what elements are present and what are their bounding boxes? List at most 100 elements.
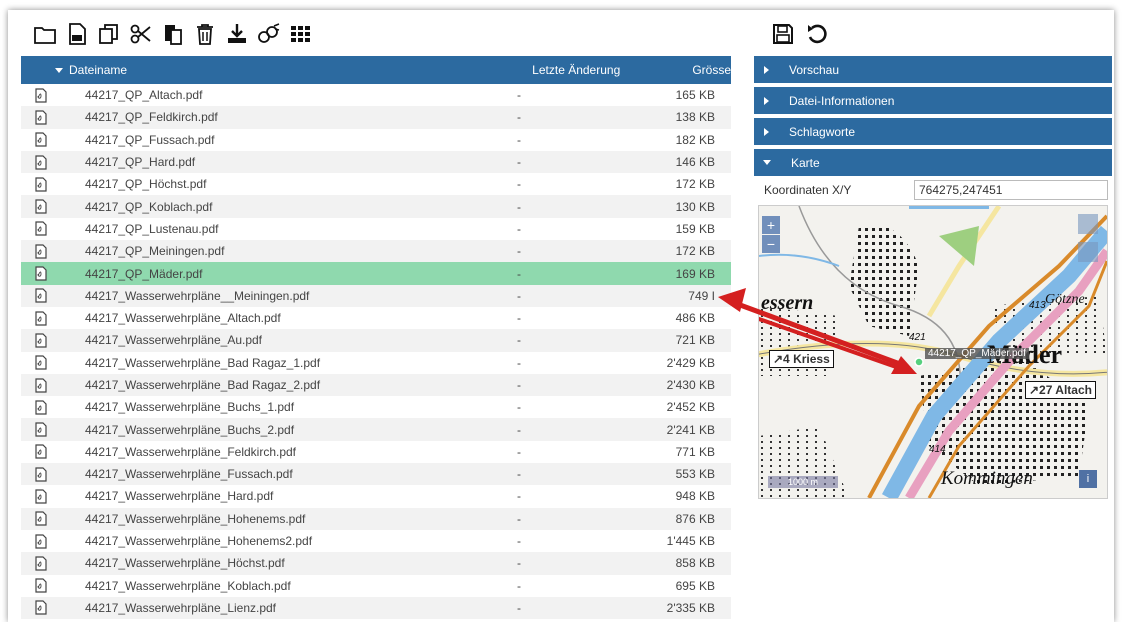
map-elevation: 413 bbox=[1029, 300, 1046, 311]
file-row[interactable]: 44217_Wasserwehrpläne_Buchs_1.pdf - 2'452 … bbox=[21, 396, 731, 419]
file-row[interactable]: 44217_Wasserwehrpläne_Feldkirch.pdf - 771 … bbox=[21, 440, 731, 464]
file-date: - bbox=[517, 288, 521, 303]
save-icon[interactable] bbox=[770, 21, 796, 47]
file-name: 44217_Wasserwehrpläne_Hohenems2.pdf bbox=[85, 534, 313, 549]
file-name: 44217_Wasserwehrpläne_Höchst.pdf bbox=[85, 556, 285, 571]
expand-icon bbox=[764, 96, 769, 105]
panel-map[interactable]: Karte bbox=[754, 149, 1112, 176]
map-view[interactable]: essern Götzne Mäder Kommingen ↗4 Kriess … bbox=[758, 205, 1108, 499]
file-row[interactable]: 44217_QP_Lustenau.pdf - 159 KB bbox=[21, 217, 731, 241]
pdf-file-icon bbox=[21, 533, 57, 549]
panel-tags[interactable]: Schlagworte bbox=[754, 118, 1112, 145]
basemap-icon[interactable] bbox=[1078, 242, 1098, 262]
file-date: - bbox=[517, 199, 521, 214]
delete-icon[interactable] bbox=[192, 21, 218, 47]
file-row[interactable]: 44217_Wasserwehrpläne_Buchs_2.pdf - 2'241 … bbox=[21, 418, 731, 441]
file-row[interactable]: 44217_Wasserwehrpläne_Lienz.pdf - 2'335 KB bbox=[21, 596, 731, 620]
file-rows: 44217_QP_Altach.pdf - 165 KB 44217_QP_Feldk… bbox=[21, 84, 731, 620]
zoom-out-button[interactable]: − bbox=[762, 235, 780, 253]
file-date: - bbox=[517, 511, 521, 526]
cut-icon[interactable] bbox=[128, 21, 154, 47]
column-header-name[interactable]: Dateiname bbox=[21, 63, 532, 77]
file-row[interactable]: 44217_Wasserwehrpläne_Au.pdf - 721 KB bbox=[21, 329, 731, 352]
file-size: 130 KB bbox=[675, 199, 715, 214]
map-marker-label[interactable]: 44217_QP_Mäder.pdf bbox=[925, 348, 1029, 359]
file-row[interactable]: 44217_Wasserwehrpläne_Altach.pdf - 486 KB bbox=[21, 306, 731, 330]
file-size: 165 KB bbox=[675, 88, 715, 103]
file-row[interactable]: 44217_Wasserwehrpläne__Meiningen.pdf - 749… bbox=[21, 284, 731, 307]
file-row[interactable]: 44217_QP_Koblach.pdf - 130 KB bbox=[21, 195, 731, 218]
download-icon[interactable] bbox=[224, 21, 250, 47]
file-date: - bbox=[517, 244, 521, 259]
file-row[interactable]: 44217_Wasserwehrpläne_Bad Ragaz_2.pdf - 2'… bbox=[21, 373, 731, 397]
pdf-file-icon bbox=[21, 110, 57, 125]
share-icon[interactable] bbox=[256, 21, 282, 47]
file-row[interactable]: 44217_QP_Höchst.pdf - 172 KB bbox=[21, 173, 731, 196]
file-row[interactable]: 44217_Wasserwehrpläne_Höchst.pdf - 858 KB bbox=[21, 552, 731, 575]
coordinates-input[interactable] bbox=[914, 180, 1108, 200]
file-size: 695 KB bbox=[675, 578, 715, 593]
panel-preview[interactable]: Vorschau bbox=[754, 56, 1112, 83]
file-name: 44217_QP_Hard.pdf bbox=[85, 155, 196, 170]
file-row[interactable]: 44217_Wasserwehrpläne_Hohenems.pdf - 876 K… bbox=[21, 507, 731, 530]
file-row[interactable]: 44217_Wasserwehrpläne_Hohenems2.pdf - 1'44… bbox=[21, 529, 731, 553]
save-file-icon[interactable] bbox=[64, 21, 90, 47]
file-row[interactable]: 44217_Wasserwehrpläne_Bad Ragaz_1.pdf - 2'… bbox=[21, 351, 731, 374]
file-date: - bbox=[517, 333, 521, 348]
pdf-file-icon bbox=[21, 333, 57, 348]
file-row[interactable]: 44217_Wasserwehrpläne_Fussach.pdf - 553 KB bbox=[21, 463, 731, 486]
pdf-file-icon bbox=[21, 600, 57, 616]
layers-icon[interactable] bbox=[1078, 214, 1098, 234]
file-name: 44217_Wasserwehrpläne_Buchs_1.pdf bbox=[85, 400, 295, 415]
pdf-file-icon bbox=[21, 266, 57, 281]
file-size: 721 KB bbox=[675, 333, 715, 348]
file-size: 2'241 KB bbox=[666, 422, 715, 437]
file-date: - bbox=[517, 600, 521, 615]
file-row[interactable]: 44217_QP_Meiningen.pdf - 172 KB bbox=[21, 240, 731, 263]
file-row[interactable]: 44217_Wasserwehrpläne_Hard.pdf - 948 KB bbox=[21, 485, 731, 508]
file-date: - bbox=[517, 266, 521, 281]
column-header-size[interactable]: Grösse bbox=[661, 63, 731, 77]
file-date: - bbox=[517, 355, 521, 370]
paste-icon[interactable] bbox=[160, 21, 186, 47]
file-name: 44217_QP_Feldkirch.pdf bbox=[85, 110, 218, 125]
file-date: - bbox=[517, 155, 521, 170]
coordinates-label: Koordinaten X/Y bbox=[764, 183, 852, 197]
file-name: 44217_Wasserwehrpläne_Hohenems.pdf bbox=[85, 511, 306, 526]
file-date: - bbox=[517, 311, 521, 326]
file-row[interactable]: 44217_QP_Mäder.pdf - 169 KB bbox=[21, 262, 731, 285]
map-sign-altach: ↗27 Altach bbox=[1025, 381, 1096, 399]
grid-view-icon[interactable] bbox=[288, 21, 314, 47]
file-name: 44217_QP_Mäder.pdf bbox=[85, 266, 203, 281]
panel-file-info[interactable]: Datei-Informationen bbox=[754, 87, 1112, 114]
file-row[interactable]: 44217_QP_Fussach.pdf - 182 KB bbox=[21, 128, 731, 151]
file-name: 44217_Wasserwehrpläne_Bad Ragaz_2.pdf bbox=[85, 378, 321, 392]
zoom-in-button[interactable]: + bbox=[762, 216, 780, 234]
file-row[interactable]: 44217_QP_Feldkirch.pdf - 138 KB bbox=[21, 106, 731, 129]
expand-icon bbox=[764, 65, 769, 74]
file-size: 146 KB bbox=[675, 155, 715, 170]
file-list: Dateiname Letzte Änderung Grösse 44217_Q… bbox=[21, 56, 731, 622]
file-row[interactable]: 44217_QP_Hard.pdf - 146 KB bbox=[21, 150, 731, 174]
file-row[interactable]: 44217_Wasserwehrpläne_Koblach.pdf - 695 KB bbox=[21, 574, 731, 597]
info-icon[interactable]: i bbox=[1079, 470, 1097, 488]
new-folder-icon[interactable] bbox=[32, 21, 58, 47]
file-date: - bbox=[517, 444, 521, 459]
pdf-file-icon bbox=[21, 88, 57, 103]
file-size: 948 KB bbox=[675, 489, 715, 504]
map-elevation: 414 bbox=[929, 444, 946, 455]
pdf-file-icon bbox=[21, 132, 57, 147]
undo-icon[interactable] bbox=[804, 21, 830, 47]
file-name: 44217_Wasserwehrpläne_Hard.pdf bbox=[85, 489, 274, 504]
file-size: 159 KB bbox=[675, 221, 715, 236]
file-date: - bbox=[517, 534, 521, 549]
column-header-date[interactable]: Letzte Änderung bbox=[532, 63, 661, 77]
copy-icon[interactable] bbox=[96, 21, 122, 47]
file-date: - bbox=[517, 378, 521, 392]
sort-desc-icon bbox=[55, 67, 63, 73]
file-toolbar bbox=[32, 18, 314, 50]
map-scale: 1000 m bbox=[768, 476, 838, 488]
file-date: - bbox=[517, 132, 521, 147]
file-name: 44217_QP_Koblach.pdf bbox=[85, 199, 213, 214]
file-row[interactable]: 44217_QP_Altach.pdf - 165 KB bbox=[21, 84, 731, 107]
